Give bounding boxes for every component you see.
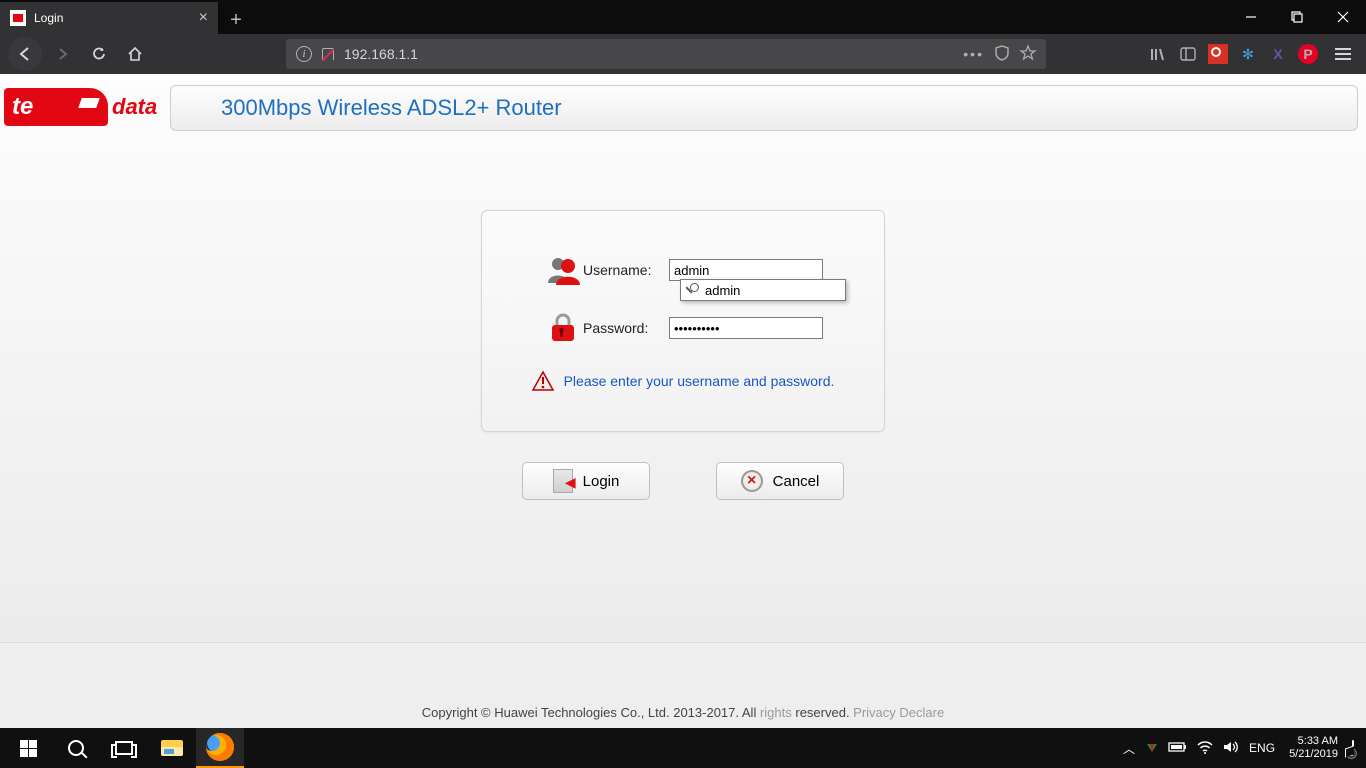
- firefox-taskbar-button[interactable]: [196, 728, 244, 768]
- copyright-rights: rights: [760, 705, 792, 720]
- task-view-button[interactable]: [100, 728, 148, 768]
- file-explorer-button[interactable]: [148, 728, 196, 768]
- notification-icon: 1: [1352, 740, 1354, 756]
- window-close-button[interactable]: [1320, 0, 1366, 34]
- notifications-button[interactable]: 1: [1352, 741, 1354, 755]
- copyright-pre: Copyright © Huawei Technologies Co., Ltd…: [422, 705, 760, 720]
- tray-app-icon[interactable]: [1145, 740, 1159, 757]
- window-maximize-button[interactable]: [1274, 0, 1320, 34]
- autocomplete-text: admin: [705, 283, 740, 298]
- site-info-icon[interactable]: i: [296, 46, 312, 62]
- search-icon: [68, 740, 84, 756]
- tracking-protection-icon[interactable]: [994, 45, 1010, 64]
- password-label: Password:: [583, 320, 669, 336]
- tab-bar: Login × +: [0, 0, 1366, 34]
- notification-badge: 1: [1346, 748, 1357, 759]
- nav-bar: i 192.168.1.1 ••• ✻ X P: [0, 34, 1366, 74]
- extension-pinterest-icon[interactable]: P: [1298, 44, 1318, 64]
- extension-x-icon[interactable]: X: [1268, 44, 1288, 64]
- home-button[interactable]: [120, 39, 150, 69]
- username-autocomplete[interactable]: admin: [680, 279, 846, 301]
- key-icon: [685, 283, 699, 297]
- browser-tab[interactable]: Login ×: [0, 2, 218, 34]
- start-button[interactable]: [4, 728, 52, 768]
- logo-mark-text: te: [12, 93, 33, 121]
- tray-overflow-button[interactable]: ︿: [1123, 740, 1135, 757]
- brand-logo: te data: [4, 82, 164, 132]
- firefox-icon: [206, 733, 234, 761]
- tab-title: Login: [34, 11, 199, 25]
- product-title-bar: 300Mbps Wireless ADSL2+ Router: [170, 85, 1358, 131]
- folder-icon: [161, 740, 183, 756]
- window-minimize-button[interactable]: [1228, 0, 1274, 34]
- address-bar[interactable]: i 192.168.1.1 •••: [286, 39, 1046, 69]
- url-text: 192.168.1.1: [344, 46, 418, 62]
- battery-icon[interactable]: [1169, 740, 1187, 756]
- lock-icon: [543, 313, 583, 343]
- page-actions-icon[interactable]: •••: [963, 46, 984, 62]
- taskbar-search-button[interactable]: [52, 728, 100, 768]
- clock[interactable]: 5:33 AM 5/21/2019: [1285, 735, 1342, 761]
- library-icon[interactable]: [1148, 44, 1168, 64]
- clock-time: 5:33 AM: [1289, 735, 1338, 748]
- login-icon: [553, 469, 573, 493]
- tab-close-icon[interactable]: ×: [199, 9, 208, 27]
- bookmark-star-icon[interactable]: [1020, 45, 1036, 64]
- forward-button[interactable]: [48, 39, 78, 69]
- wifi-icon[interactable]: [1197, 740, 1213, 757]
- product-title: 300Mbps Wireless ADSL2+ Router: [221, 95, 562, 121]
- insecure-connection-icon: [320, 46, 336, 62]
- sidebar-icon[interactable]: [1178, 44, 1198, 64]
- tab-favicon: [10, 10, 26, 26]
- page-footer: Copyright © Huawei Technologies Co., Ltd…: [0, 642, 1366, 728]
- language-indicator[interactable]: ENG: [1249, 741, 1275, 755]
- volume-icon[interactable]: [1223, 740, 1239, 757]
- login-prompt: Please enter your username and password.: [564, 373, 835, 389]
- login-panel: Username: admin: [481, 210, 885, 432]
- reload-button[interactable]: [84, 39, 114, 69]
- extension-ublock-icon[interactable]: [1208, 44, 1228, 64]
- username-label: Username:: [583, 262, 669, 278]
- logo-sub-text: data: [112, 94, 157, 120]
- autocomplete-item[interactable]: admin: [681, 280, 845, 300]
- username-input[interactable]: [669, 259, 823, 281]
- system-tray: ︿ ENG 5:33 AM 5/21/2019 1: [1123, 735, 1362, 761]
- taskview-icon: [115, 741, 133, 755]
- windows-logo-icon: [20, 740, 37, 757]
- clock-date: 5/21/2019: [1289, 748, 1338, 761]
- page-content: te data 300Mbps Wireless ADSL2+ Router U…: [0, 74, 1366, 728]
- extension-gear-icon[interactable]: ✻: [1238, 44, 1258, 64]
- user-icon: [543, 255, 583, 285]
- back-button[interactable]: [8, 37, 42, 71]
- copyright-post: reserved.: [792, 705, 853, 720]
- password-input[interactable]: [669, 317, 823, 339]
- new-tab-button[interactable]: +: [222, 6, 250, 34]
- cancel-button-label: Cancel: [773, 473, 820, 490]
- login-button-label: Login: [583, 473, 620, 490]
- privacy-link[interactable]: Privacy Declare: [853, 705, 944, 720]
- cancel-icon: ×: [741, 470, 763, 492]
- windows-taskbar: ︿ ENG 5:33 AM 5/21/2019 1: [0, 728, 1366, 768]
- cancel-button[interactable]: × Cancel: [716, 462, 844, 500]
- app-menu-button[interactable]: [1328, 48, 1358, 60]
- warning-icon: [532, 371, 554, 391]
- login-button[interactable]: Login: [522, 462, 650, 500]
